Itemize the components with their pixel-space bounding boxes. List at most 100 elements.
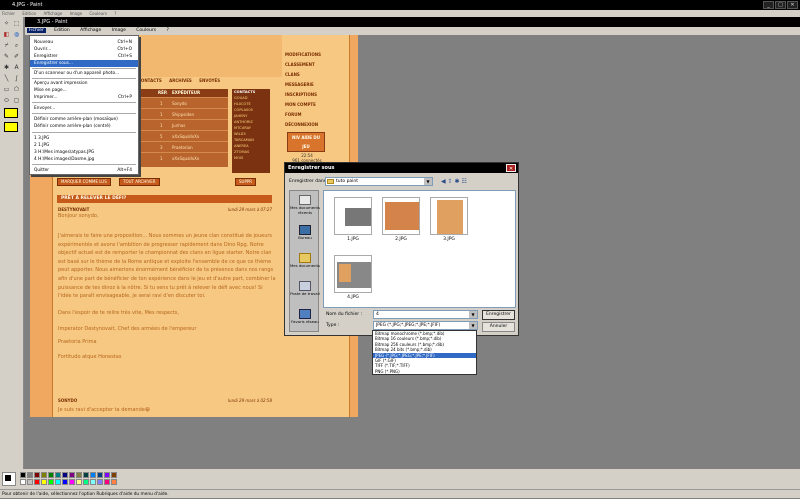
- color-swatch[interactable]: [83, 472, 89, 478]
- type-option[interactable]: PNG (*.PNG): [373, 369, 476, 374]
- chevron-down-icon[interactable]: ▼: [469, 311, 477, 318]
- polygon-icon[interactable]: ⬠: [12, 85, 21, 94]
- file-thumbnail-1[interactable]: [334, 197, 372, 235]
- color-swatch[interactable]: [20, 472, 26, 478]
- transparent-mode-icon[interactable]: [4, 122, 18, 132]
- color-swatch[interactable]: [104, 479, 110, 485]
- recent-file-4[interactable]: 4 H:\Mes images\Dasme.jpg: [30, 156, 138, 163]
- color-swatch[interactable]: [76, 472, 82, 478]
- menu-item-enregistrer[interactable]: Enregistrer Ctrl+S: [30, 53, 138, 60]
- menu-help[interactable]: ?: [114, 11, 116, 16]
- rounded-rect-icon[interactable]: ▢: [12, 96, 21, 105]
- inner-menu-edition[interactable]: Edition: [52, 28, 72, 33]
- color-swatch[interactable]: [90, 472, 96, 478]
- menu-item-bg-mosaique[interactable]: Définir comme arrière-plan (mosaïque): [30, 116, 138, 123]
- opaque-mode-icon[interactable]: [4, 108, 18, 118]
- place-network[interactable]: Favoris réseau: [290, 309, 320, 325]
- color-swatch[interactable]: [97, 479, 103, 485]
- color-swatch[interactable]: [20, 479, 26, 485]
- inner-menu-affichage[interactable]: Affichage: [78, 28, 103, 33]
- brush-icon[interactable]: ✐: [12, 52, 21, 61]
- color-swatch[interactable]: [48, 472, 54, 478]
- rectangle-icon[interactable]: ▭: [2, 85, 11, 94]
- inner-menu-image[interactable]: Image: [110, 28, 128, 33]
- color-swatch[interactable]: [41, 479, 47, 485]
- airbrush-icon[interactable]: ✱: [2, 63, 11, 72]
- color-swatch[interactable]: [62, 472, 68, 478]
- menu-affichage[interactable]: Affichage: [43, 11, 62, 16]
- color-swatch[interactable]: [104, 472, 110, 478]
- place-recent[interactable]: Mes documents récents: [290, 195, 320, 215]
- menu-item-quitter[interactable]: Quitter Alt+F4: [30, 167, 138, 174]
- color-swatch[interactable]: [97, 472, 103, 478]
- menu-item-imprimer[interactable]: Imprimer... Ctrl+P: [30, 94, 138, 101]
- color-swatch[interactable]: [76, 479, 82, 485]
- type-option-selected[interactable]: JPEG (*.JPG;*.JPEG;*.JPE;*.JFIF): [373, 352, 476, 358]
- color-swatch[interactable]: [111, 472, 117, 478]
- text-icon[interactable]: A: [12, 63, 21, 72]
- inner-menu-couleurs[interactable]: Couleurs: [134, 28, 158, 33]
- menu-item-nouveau[interactable]: Nouveau Ctrl+N: [30, 39, 138, 46]
- up-folder-icon[interactable]: ⇧: [448, 178, 453, 185]
- recent-file-2[interactable]: 2 1.JPG: [30, 142, 138, 149]
- recent-file-1[interactable]: 1 3.JPG: [30, 135, 138, 142]
- color-swatch[interactable]: [69, 479, 75, 485]
- cancel-button[interactable]: Annuler: [482, 322, 515, 332]
- color-swatch[interactable]: [27, 479, 33, 485]
- color-swatch[interactable]: [48, 479, 54, 485]
- recent-file-3[interactable]: 3 H:\Mes images\atypas.JPG: [30, 149, 138, 156]
- color-swatch[interactable]: [62, 479, 68, 485]
- place-computer[interactable]: Poste de travail: [290, 281, 320, 297]
- color-swatch[interactable]: [27, 472, 33, 478]
- color-swatch[interactable]: [55, 479, 61, 485]
- view-menu-icon[interactable]: ☷: [461, 178, 466, 185]
- menu-item-scanner[interactable]: D'un scanneur ou d'un appareil photo...: [30, 70, 138, 77]
- file-thumbnail-4[interactable]: [334, 255, 372, 293]
- menu-fichier[interactable]: Fichier: [2, 11, 15, 16]
- ellipse-icon[interactable]: ⬭: [2, 96, 11, 105]
- place-desktop[interactable]: Bureau: [290, 225, 320, 241]
- new-folder-icon[interactable]: ✱: [455, 178, 460, 185]
- eraser-icon[interactable]: ◧: [2, 30, 11, 39]
- menu-item-envoyer[interactable]: Envoyer...: [30, 105, 138, 112]
- menu-item-enregistrer-sous[interactable]: Enregistrer sous...: [30, 60, 138, 67]
- color-swatch[interactable]: [90, 479, 96, 485]
- type-option[interactable]: Bitmap 24 bits (*.bmp;*.dib): [373, 347, 476, 352]
- color-swatch[interactable]: [69, 472, 75, 478]
- save-button[interactable]: Enregistrer: [482, 310, 515, 320]
- chevron-down-icon[interactable]: ▼: [469, 322, 477, 329]
- inner-menu-help[interactable]: ?: [165, 28, 171, 33]
- type-option[interactable]: Bitmap 16 couleurs (*.bmp;*.dib): [373, 336, 476, 341]
- file-type-select[interactable]: JPEG (*.JPG;*.JPEG;*.JPE;*.JFIF) ▼: [373, 321, 478, 330]
- menu-image[interactable]: Image: [70, 11, 83, 16]
- line-icon[interactable]: ╲: [2, 74, 11, 83]
- save-in-select[interactable]: tuto paint ▼: [325, 177, 433, 186]
- back-icon[interactable]: ◀: [441, 178, 446, 185]
- color-swatch[interactable]: [34, 479, 40, 485]
- rect-select-icon[interactable]: ⬚: [12, 19, 21, 28]
- maximize-button[interactable]: □: [775, 1, 786, 9]
- magnifier-icon[interactable]: ⌕: [12, 41, 21, 50]
- inner-menu-fichier[interactable]: Fichier: [27, 28, 46, 33]
- menu-item-bg-centre[interactable]: Définir comme arrière-plan (centré): [30, 123, 138, 130]
- minimize-button[interactable]: _: [763, 1, 774, 9]
- type-option[interactable]: TIFF (*.TIF;*.TIFF): [373, 363, 476, 368]
- curve-icon[interactable]: ∫: [12, 74, 21, 83]
- file-thumbnail-3[interactable]: [430, 197, 468, 235]
- free-select-icon[interactable]: ✧: [2, 19, 11, 28]
- color-picker-icon[interactable]: ⌿: [2, 41, 11, 50]
- menu-item-apercu[interactable]: Aperçu avant impression: [30, 80, 138, 87]
- filename-input[interactable]: 4 ▼: [373, 310, 478, 319]
- color-swatch[interactable]: [111, 479, 117, 485]
- menu-edition[interactable]: Edition: [22, 11, 36, 16]
- color-swatch[interactable]: [34, 472, 40, 478]
- color-swatch[interactable]: [55, 472, 61, 478]
- pencil-icon[interactable]: ✎: [2, 52, 11, 61]
- close-button[interactable]: ✕: [787, 1, 798, 9]
- menu-item-ouvrir[interactable]: Ouvrir... Ctrl+O: [30, 46, 138, 53]
- dialog-close-icon[interactable]: ✕: [506, 164, 516, 172]
- fill-icon[interactable]: ◍: [12, 30, 21, 39]
- color-swatch[interactable]: [41, 472, 47, 478]
- menu-couleurs[interactable]: Couleurs: [89, 11, 107, 16]
- color-swatch[interactable]: [83, 479, 89, 485]
